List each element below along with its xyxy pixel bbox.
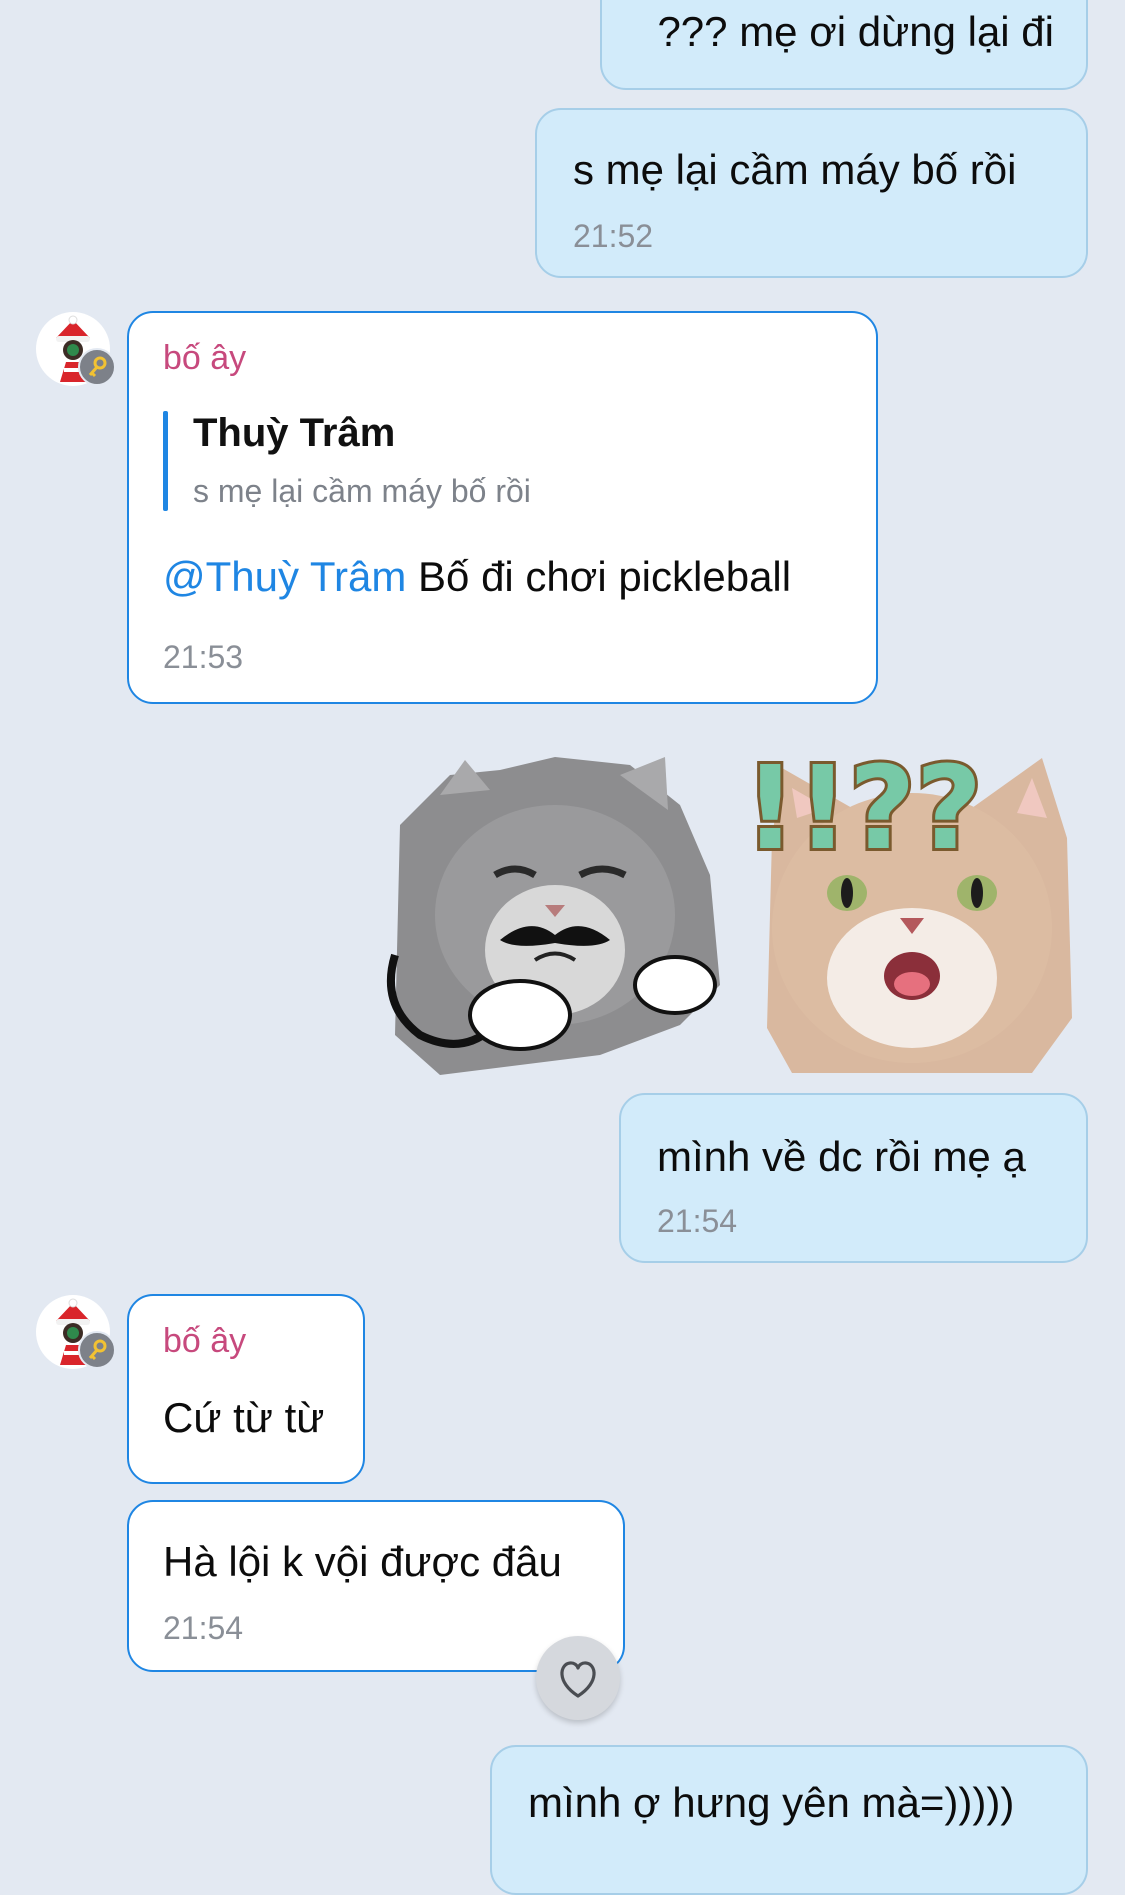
message-text: mình về dc rồi mẹ ạ: [657, 1133, 1026, 1180]
message-text: mình ợ hưng yên mà=))))): [528, 1779, 1015, 1826]
message-text: @Thuỳ Trâm Bố đi chơi pickleball: [163, 553, 791, 601]
sender-name: bố ây: [163, 339, 247, 377]
incoming-message-bubble[interactable]: bố ây Thuỳ Trâm s mẹ lại cầm máy bố rồi …: [127, 311, 878, 704]
sticker-text: !!??: [744, 742, 982, 876]
quote-text: s mẹ lại cầm máy bố rồi: [193, 473, 531, 509]
surprised-cat-sticker[interactable]: !!??: [741, 728, 1077, 1080]
sender-avatar[interactable]: [36, 312, 116, 386]
key-icon: [78, 1331, 116, 1369]
message-text: s mẹ lại cầm máy bố rồi: [573, 146, 1017, 193]
message-body: Bố đi chơi pickleball: [406, 553, 792, 600]
quote-author: Thuỳ Trâm: [193, 411, 396, 455]
outgoing-message-bubble[interactable]: mình ợ hưng yên mà=))))): [490, 1745, 1088, 1895]
sender-name: bố ây: [163, 1322, 247, 1360]
quote-bar: [163, 411, 168, 511]
message-time: 21:54: [657, 1203, 738, 1239]
reaction-button[interactable]: [536, 1636, 620, 1720]
mention-link[interactable]: @Thuỳ Trâm: [163, 553, 406, 600]
message-text: Hà lội k vội được đâu: [163, 1538, 562, 1585]
mustache-cat-shrug-sticker[interactable]: [380, 735, 732, 1080]
key-icon: [78, 348, 116, 386]
message-text: Cứ từ từ: [163, 1394, 325, 1441]
message-text: ??? mẹ ơi dừng lại đi: [657, 8, 1054, 55]
reply-quote[interactable]: Thuỳ Trâm s mẹ lại cầm máy bố rồi: [163, 411, 823, 515]
message-time: 21:52: [573, 218, 654, 254]
message-time: 21:54: [163, 1610, 244, 1646]
heart-outline-icon: [560, 1661, 596, 1698]
outgoing-message-bubble[interactable]: ??? mẹ ơi dừng lại đi: [600, 0, 1088, 90]
incoming-message-bubble[interactable]: bố ây Cứ từ từ: [127, 1294, 365, 1484]
sender-avatar[interactable]: [36, 1295, 116, 1369]
outgoing-message-bubble[interactable]: mình về dc rồi mẹ ạ 21:54: [619, 1093, 1088, 1263]
message-time: 21:53: [163, 639, 244, 675]
outgoing-message-bubble[interactable]: s mẹ lại cầm máy bố rồi 21:52: [535, 108, 1088, 278]
